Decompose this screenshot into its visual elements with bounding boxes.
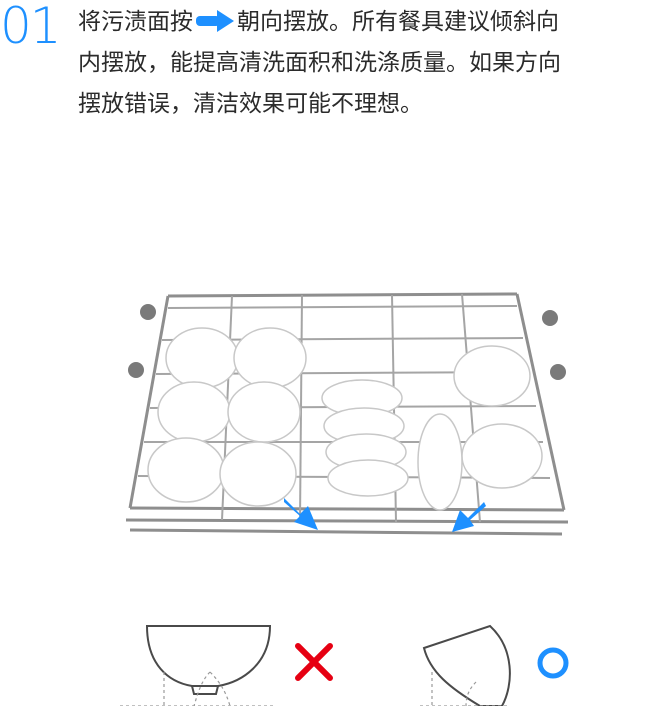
instruction-after-arrow: 朝向摆放。所有餐具建议倾斜向	[237, 9, 559, 35]
bowl-wrong-orientation	[120, 625, 333, 706]
blue-diagonal-arrow-icon	[284, 498, 486, 532]
blue-circle-icon	[537, 647, 569, 679]
instruction-line-3: 摆放错误，清洁效果可能不理想。	[78, 91, 423, 117]
dishwasher-rack-illustration	[125, 292, 569, 536]
bowl-tilted-icon	[422, 624, 511, 706]
instruction-text: 将污渍面按 朝向摆放。所有餐具建议倾斜向 内摆放，能提高清洗面积和洗涤质量。如果方…	[78, 2, 663, 125]
red-x-icon	[295, 643, 333, 681]
step-number: 01	[0, 0, 62, 55]
instruction-line-2: 内摆放，能提高清洗面积和洗涤质量。如果方向	[78, 50, 561, 76]
cups-left	[147, 327, 307, 507]
blue-right-arrow-icon	[196, 10, 234, 32]
bowl-right-orientation	[420, 624, 569, 706]
instruction-line-1: 将污渍面按 朝向摆放。所有餐具建议倾斜向	[78, 2, 663, 43]
bowl-upright-icon	[145, 625, 272, 687]
cups-right	[417, 345, 543, 511]
plates-center	[321, 379, 409, 497]
instruction-before-arrow: 将污渍面按	[78, 9, 193, 35]
